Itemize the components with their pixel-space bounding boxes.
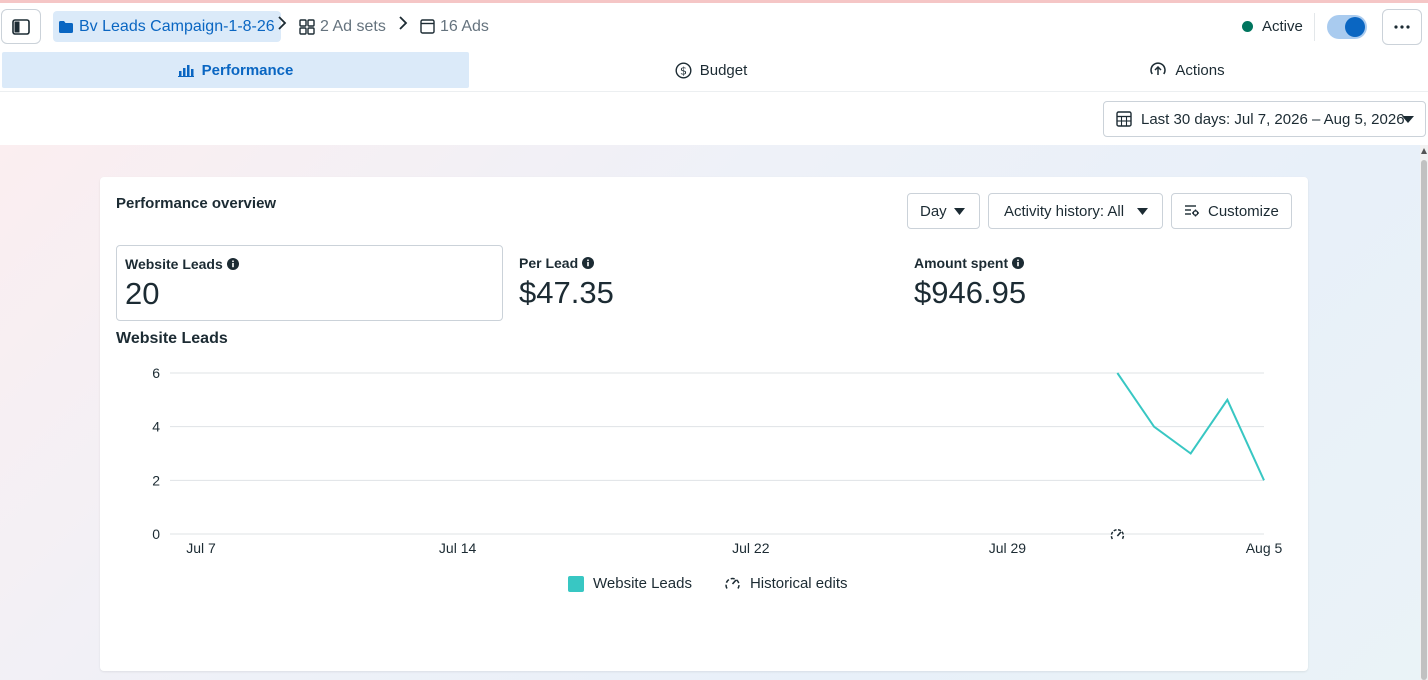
campaign-status: Active	[1242, 11, 1303, 42]
status-dot	[1242, 21, 1253, 32]
tab-performance[interactable]: Performance	[2, 52, 469, 88]
legend-item-historical-edits[interactable]: Historical edits	[724, 575, 848, 592]
more-options-button[interactable]	[1382, 9, 1422, 45]
gauge-icon	[724, 575, 741, 592]
header-divider	[1314, 13, 1315, 41]
legend-label: Website Leads	[593, 575, 692, 592]
folder-icon	[58, 20, 74, 34]
tab-budget-label: Budget	[699, 61, 748, 79]
chevron-right-icon	[398, 16, 408, 30]
legend-swatch	[568, 575, 584, 592]
historical-edit-marker[interactable]	[1110, 528, 1125, 542]
y-tick-label: 0	[152, 526, 160, 542]
breadcrumb-campaign[interactable]: Bv Leads Campaign-1-8-26	[53, 11, 281, 42]
date-range-picker[interactable]: Last 30 days: Jul 7, 2026 – Aug 5, 2026	[1103, 101, 1426, 137]
breadcrumb-ad-sets-label: 2 Ad sets	[320, 17, 386, 35]
arrow-up-circle-icon	[1149, 61, 1167, 79]
chevron-right-icon	[277, 16, 287, 30]
date-range-label: Last 30 days: Jul 7, 2026 – Aug 5, 2026	[1141, 110, 1405, 128]
tab-performance-label: Performance	[201, 61, 294, 79]
breadcrumb-ads[interactable]: 16 Ads	[420, 11, 489, 42]
scrollbar-thumb[interactable]	[1421, 160, 1427, 680]
tab-actions[interactable]: Actions	[952, 52, 1422, 88]
tab-actions-label: Actions	[1175, 61, 1225, 79]
dollar-circle-icon: $	[675, 61, 692, 79]
x-tick-label: Aug 5	[1246, 540, 1283, 556]
legend-label: Historical edits	[749, 575, 848, 592]
y-tick-label: 4	[152, 419, 160, 435]
scroll-up-arrow-icon[interactable]	[1421, 148, 1427, 154]
performance-overview-card: Performance overview Day Activity histor…	[100, 177, 1308, 671]
toggle-side-panel-button[interactable]	[1, 9, 41, 44]
y-tick-label: 2	[152, 472, 160, 488]
website-leads-line-chart: 0 2 4 6 Jul 7 Jul 14 Jul 22 Jul 29 Aug 5	[152, 365, 1283, 556]
status-toggle[interactable]	[1327, 15, 1367, 39]
side-panel-icon	[12, 18, 30, 35]
bar-chart-icon	[177, 63, 194, 77]
svg-text:$: $	[680, 64, 687, 77]
breadcrumb-ads-label: 16 Ads	[440, 17, 489, 35]
status-label: Active	[1262, 18, 1303, 35]
caret-down-icon	[1402, 116, 1414, 123]
more-dots-icon	[1394, 25, 1410, 29]
ad-window-icon	[420, 19, 435, 34]
toggle-knob	[1345, 17, 1365, 37]
x-tick-label: Jul 7	[186, 540, 216, 556]
tab-budget[interactable]: $ Budget	[476, 52, 946, 88]
y-tick-label: 6	[152, 365, 160, 381]
x-tick-label: Jul 22	[732, 540, 770, 556]
breadcrumb-ad-sets[interactable]: 2 Ad sets	[299, 11, 386, 42]
header-bar: Bv Leads Campaign-1-8-26 2 Ad sets 16 Ad…	[0, 3, 1428, 49]
chart-legend: Website Leads Historical edits	[568, 575, 879, 592]
breadcrumb-campaign-label: Bv Leads Campaign-1-8-26	[79, 17, 275, 35]
tab-bar: Performance $ Budget Actions	[0, 52, 1428, 92]
calendar-icon	[1116, 111, 1132, 127]
grid-icon	[299, 18, 315, 35]
x-tick-label: Jul 29	[989, 540, 1027, 556]
x-tick-label: Jul 14	[439, 540, 477, 556]
legend-item-website-leads[interactable]: Website Leads	[568, 575, 692, 592]
